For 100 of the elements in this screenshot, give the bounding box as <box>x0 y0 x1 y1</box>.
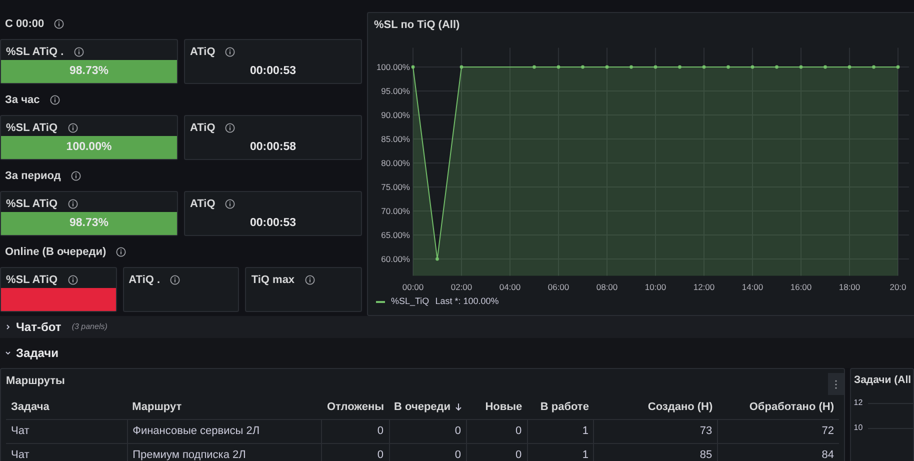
panel-title: %SL ATiQ . <box>6 44 64 60</box>
table-cell: Чат <box>6 443 128 461</box>
axis-label: 16:00 <box>790 282 812 292</box>
column-header[interactable]: В очереди <box>389 395 467 419</box>
info-icon <box>225 199 236 209</box>
table-cell: 0 <box>322 419 389 443</box>
axis-label: 80.00% <box>381 158 410 168</box>
table-cell: Премиум подписка 2Л <box>127 443 322 461</box>
section-label: С 00:00 <box>5 16 44 32</box>
panel-title: ATiQ <box>190 196 216 212</box>
data-point <box>411 65 415 69</box>
table-cell: 1 <box>527 443 594 461</box>
row-title: Чат-бот <box>16 319 62 336</box>
info-icon <box>68 123 78 133</box>
panel-title: %SL ATiQ <box>6 120 58 136</box>
table-cell: 0 <box>389 443 467 461</box>
stat-value: 00:00:53 <box>248 64 298 79</box>
table-cell: 0 <box>389 419 467 443</box>
section-label: Online (В очереди) <box>5 244 106 260</box>
data-point <box>460 65 464 69</box>
panel-title: Маршруты <box>6 374 65 389</box>
panel-title: Задачи (All <box>853 373 912 388</box>
info-icon <box>54 19 64 29</box>
column-header[interactable]: Новые <box>466 395 528 419</box>
column-header[interactable]: Маршрут <box>127 395 322 419</box>
panel-title: %SL ATiQ <box>6 196 58 212</box>
stat-value: 00:00:58 <box>248 140 298 155</box>
row-header[interactable]: Чат-бот (3 panels) <box>0 316 914 338</box>
info-icon <box>225 123 236 133</box>
table-cell: 0 <box>322 443 389 461</box>
table-cell: 72 <box>718 419 839 443</box>
panel-title: ATiQ . <box>128 272 160 288</box>
data-point <box>605 65 609 69</box>
legend-label[interactable]: %SL_TiQ <box>391 295 430 308</box>
data-point <box>872 65 876 69</box>
info-icon <box>170 275 180 285</box>
legend-value: Last *: 100.00% <box>435 295 499 308</box>
info-icon <box>70 171 81 181</box>
table-cell: 0 <box>466 419 528 443</box>
table-cell: 84 <box>718 443 839 461</box>
axis-label: 90.00% <box>381 110 410 120</box>
table-cell: Чат <box>6 419 128 443</box>
axis-label: 12:00 <box>693 282 715 292</box>
row-title: Задачи <box>16 345 59 362</box>
section-label: За период <box>5 168 61 184</box>
data-point <box>775 65 778 69</box>
section-label: За час <box>5 92 40 108</box>
column-header[interactable]: Отложены <box>322 395 389 419</box>
stat-value: 98.73% <box>1 212 177 235</box>
legend-swatch <box>376 300 385 303</box>
panel-title: %SL ATiQ <box>6 272 58 288</box>
axis-label: 20:0 <box>890 282 906 292</box>
menu-button[interactable] <box>828 373 844 395</box>
info-icon <box>225 47 236 57</box>
stat-value: 98.73% <box>1 60 177 83</box>
axis-label: 95.00% <box>381 86 410 96</box>
axis-label: 70.00% <box>381 206 410 216</box>
panel-title: %SL по TiQ (All) <box>373 18 461 33</box>
data-point <box>581 65 584 69</box>
column-header[interactable]: Создано (Н) <box>594 395 718 419</box>
axis-label: 00:00 <box>402 282 424 292</box>
axis-label: 12 <box>854 397 863 409</box>
axis-label: 85.00% <box>381 134 410 144</box>
info-icon <box>74 47 84 57</box>
column-header[interactable]: Обработано (Н) <box>718 395 839 419</box>
panel-title: ATiQ <box>190 44 216 60</box>
data-point <box>532 65 536 69</box>
data-point <box>848 65 852 69</box>
column-header[interactable]: Задача <box>6 395 128 419</box>
data-point <box>556 65 560 69</box>
axis-label: 04:00 <box>499 282 521 292</box>
data-point <box>799 65 803 69</box>
table-cell: 73 <box>594 419 718 443</box>
panel-title: TiQ max <box>251 272 295 288</box>
table-cell: 85 <box>594 443 718 461</box>
data-point <box>824 65 827 69</box>
data-point <box>436 257 439 261</box>
panel-count: (3 panels) <box>72 321 108 333</box>
column-header[interactable]: В работе <box>527 395 594 419</box>
info-icon <box>116 247 126 257</box>
panel-title: ATiQ <box>190 120 216 136</box>
stat-value: 100.00% <box>1 136 177 159</box>
table-cell: 1 <box>527 419 594 443</box>
data-point <box>726 65 730 69</box>
table-cell: Финансовые сервисы 2Л <box>127 419 322 443</box>
axis-label: 65.00% <box>381 230 410 240</box>
table-cell: 0 <box>466 443 528 461</box>
data-point <box>750 65 754 69</box>
axis-label: 08:00 <box>596 282 618 292</box>
axis-label: 02:00 <box>450 282 472 292</box>
data-point <box>654 65 658 69</box>
axis-label: 14:00 <box>742 282 764 292</box>
axis-label: 75.00% <box>381 182 410 192</box>
axis-label: 10 <box>854 422 863 434</box>
data-point <box>896 65 900 69</box>
data-point <box>630 65 633 69</box>
axis-label: 06:00 <box>548 282 570 292</box>
info-icon <box>50 95 60 105</box>
info-icon <box>68 275 78 285</box>
axis-label: 18:00 <box>838 282 860 292</box>
